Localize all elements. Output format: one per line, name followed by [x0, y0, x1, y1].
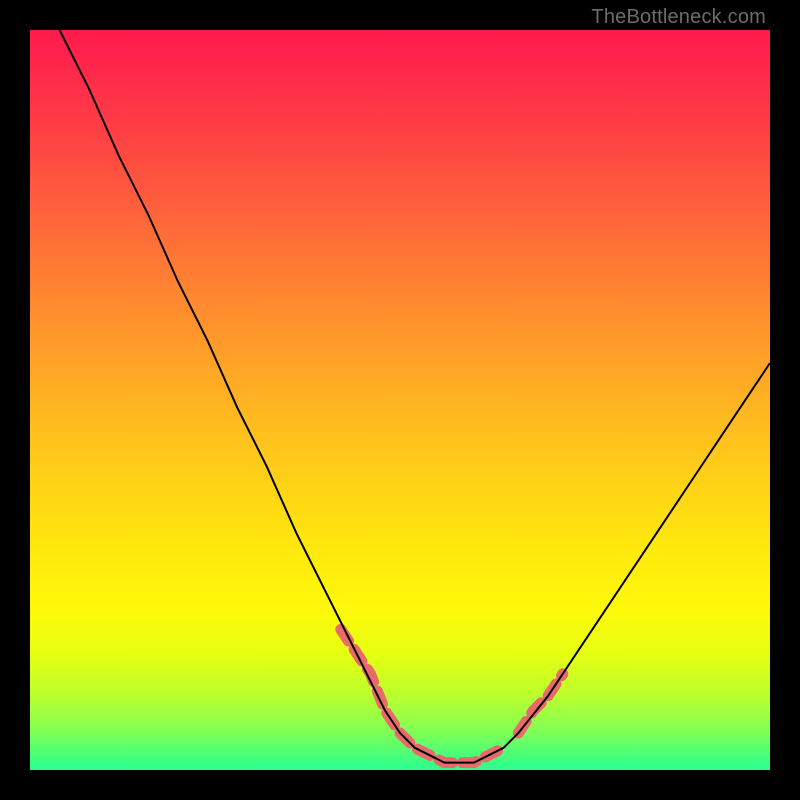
highlight-layer [341, 629, 563, 762]
chart-stage: TheBottleneck.com [0, 0, 800, 800]
plot-area [30, 30, 770, 770]
watermark-text: TheBottleneck.com [591, 6, 766, 29]
chart-svg [30, 30, 770, 770]
curve-layer [60, 30, 770, 763]
bottleneck-curve [60, 30, 770, 763]
